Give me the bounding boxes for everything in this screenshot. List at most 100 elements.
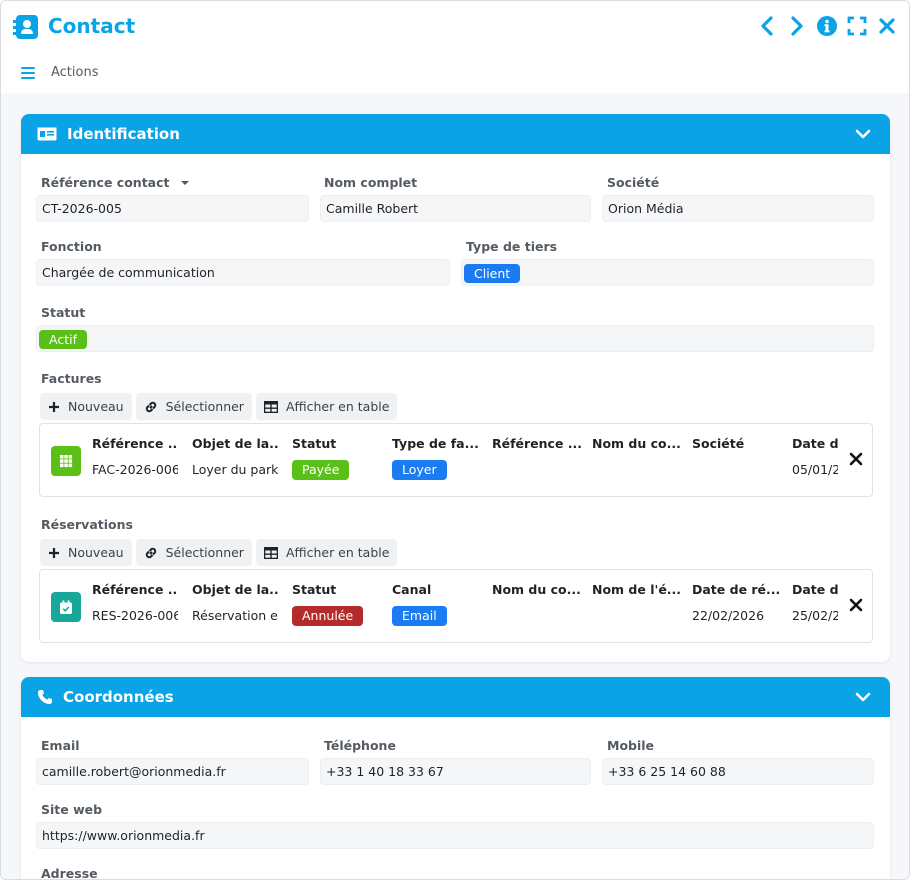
table-icon — [263, 546, 278, 559]
column-header[interactable]: Objet de la... — [192, 434, 278, 454]
table-cell: Nom du co... — [492, 580, 586, 626]
table-cell: Référence ... — [492, 434, 586, 480]
cell-nom-e — [592, 606, 686, 626]
chevron-down-icon[interactable] — [854, 688, 872, 706]
statut-label: Statut — [41, 305, 86, 320]
column-header[interactable]: Référence ... — [492, 434, 586, 454]
reservations-select-button[interactable]: Sélectionner — [135, 539, 252, 566]
societe-field[interactable]: Orion Média — [602, 195, 874, 222]
cell-reference: RES-2026-006 — [92, 608, 178, 623]
mobile-field[interactable]: +33 6 25 14 60 88 — [602, 758, 874, 785]
cell-objet: Loyer du parking — [192, 462, 278, 477]
table-cell: Date de 25/02/2026 — [792, 580, 838, 626]
plus-icon — [49, 401, 59, 412]
table-cell: Nom du co... — [592, 434, 686, 480]
reference-contact-label[interactable]: Référence contact — [41, 175, 190, 190]
column-header[interactable]: Date de — [792, 434, 838, 454]
fonction-label: Fonction — [41, 239, 102, 254]
cell-reference: FAC-2026-006 — [92, 462, 178, 477]
column-header[interactable]: Statut — [292, 434, 386, 454]
type-tiers-label: Type de tiers — [466, 239, 558, 254]
fonction-field[interactable]: Chargée de communication — [36, 259, 450, 286]
column-header[interactable]: Date de — [792, 580, 838, 600]
factures-new-button[interactable]: Nouveau — [40, 393, 132, 420]
chevron-down-icon[interactable] — [854, 125, 872, 143]
next-icon[interactable] — [787, 15, 807, 37]
email-field[interactable]: camille.robert@orionmedia.fr — [36, 758, 309, 785]
column-header[interactable]: Référence ... — [92, 580, 178, 600]
table-icon — [263, 400, 278, 413]
coordonnees-panel: Coordonnées Email camille.robert@orionme… — [21, 677, 890, 880]
column-header[interactable]: Nom de l'é... — [592, 580, 686, 600]
site-web-label: Site web — [41, 802, 103, 817]
grid-icon — [51, 446, 81, 476]
close-icon[interactable] — [877, 15, 897, 37]
remove-icon[interactable] — [849, 598, 863, 612]
page-title: Contact — [48, 14, 136, 38]
contact-window: Contact Actions Identification Référence… — [0, 0, 910, 880]
table-cell: Date de 05/01/2026 — [792, 434, 838, 480]
previous-icon[interactable] — [757, 15, 777, 37]
cell-nom — [492, 606, 586, 626]
caret-down-icon[interactable] — [180, 179, 190, 187]
column-header[interactable]: Nom du co... — [492, 580, 586, 600]
telephone-label: Téléphone — [324, 738, 396, 753]
table-cell: Société — [692, 434, 786, 480]
identification-panel: Identification Référence contact CT-2026… — [21, 114, 890, 662]
statut-field[interactable]: Actif — [36, 325, 874, 352]
cell-reference-2 — [492, 460, 586, 480]
factures-list: Référence ... FAC-2026-006 Objet de la..… — [39, 423, 873, 497]
factures-table-button[interactable]: Afficher en table — [255, 393, 398, 420]
reference-contact-field[interactable]: CT-2026-005 — [36, 195, 309, 222]
canal-badge: Email — [392, 606, 447, 626]
table-cell: Date de ré... 22/02/2026 — [692, 580, 786, 626]
email-label: Email — [41, 738, 80, 753]
table-cell: Objet de la... Loyer du parking — [192, 434, 278, 480]
reservations-table-button[interactable]: Afficher en table — [255, 539, 398, 566]
fullscreen-icon[interactable] — [847, 15, 867, 37]
column-header[interactable]: Type de fa... — [392, 434, 486, 454]
column-header[interactable]: Statut — [292, 580, 386, 600]
type-tiers-field[interactable]: Client — [461, 259, 874, 286]
nom-complet-field[interactable]: Camille Robert — [320, 195, 591, 222]
factures-label: Factures — [41, 371, 102, 386]
statut-badge: Annulée — [292, 606, 364, 626]
reservations-toolbar: Nouveau Sélectionner Afficher en table — [40, 539, 398, 566]
societe-label: Société — [607, 175, 660, 190]
header: Contact Actions — [1, 1, 909, 93]
statut-badge: Actif — [39, 330, 87, 349]
id-card-icon — [37, 127, 57, 141]
table-row[interactable]: Référence ... RES-2026-006 — [92, 580, 178, 626]
column-header[interactable]: Objet de la... — [192, 580, 278, 600]
identification-title: Identification — [67, 125, 180, 143]
info-icon[interactable] — [817, 15, 837, 37]
phone-icon — [38, 690, 52, 704]
remove-icon[interactable] — [849, 452, 863, 466]
cell-date: 25/02/2026 — [792, 608, 838, 623]
link-icon — [145, 547, 156, 558]
contact-book-icon — [13, 15, 38, 39]
link-icon — [145, 401, 156, 412]
cell-date: 05/01/2026 — [792, 462, 838, 477]
reservations-list: Référence ... RES-2026-006 Objet de la..… — [39, 569, 873, 643]
coordonnees-title: Coordonnées — [63, 688, 174, 706]
column-header[interactable]: Nom du co... — [592, 434, 686, 454]
factures-select-button[interactable]: Sélectionner — [135, 393, 252, 420]
actions-menu[interactable]: Actions — [21, 65, 99, 80]
cell-date-reservation: 22/02/2026 — [692, 608, 765, 623]
reservations-new-button[interactable]: Nouveau — [40, 539, 132, 566]
table-row[interactable]: Référence ... FAC-2026-006 — [92, 434, 178, 480]
table-cell: Statut Annulée — [292, 580, 386, 626]
telephone-field[interactable]: +33 1 40 18 33 67 — [320, 758, 591, 785]
identification-header[interactable]: Identification — [21, 114, 890, 154]
coordonnees-header[interactable]: Coordonnées — [21, 677, 890, 717]
site-web-field[interactable]: https://www.orionmedia.fr — [36, 822, 874, 849]
column-header[interactable]: Date de ré... — [692, 580, 786, 600]
column-header[interactable]: Canal — [392, 580, 486, 600]
hamburger-icon[interactable] — [21, 66, 35, 79]
table-cell: Type de fa... Loyer — [392, 434, 486, 480]
column-header[interactable]: Référence ... — [92, 434, 178, 454]
adresse-label: Adresse — [41, 866, 98, 880]
type-tiers-badge: Client — [464, 264, 521, 283]
column-header[interactable]: Société — [692, 434, 786, 454]
